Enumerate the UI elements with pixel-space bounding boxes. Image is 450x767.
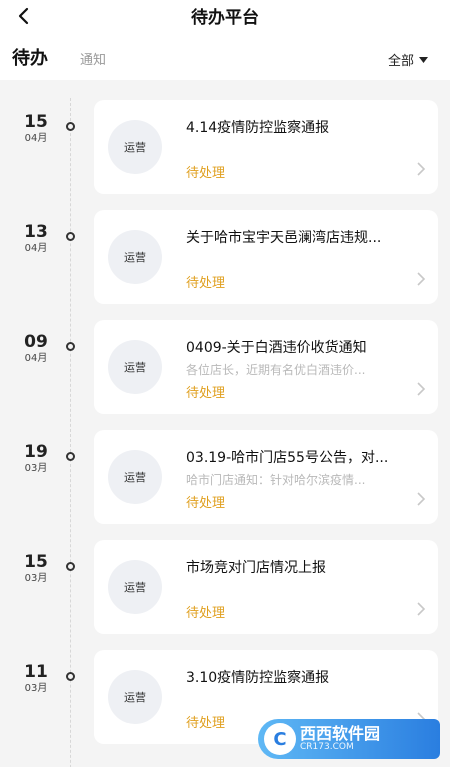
chevron-right-icon [417,602,426,616]
avatar: 运营 [108,340,162,394]
avatar: 运营 [108,670,162,724]
list-item: 09 04月 运营 0409-关于白酒违价收货通知 各位店长，近期有名优白酒违价… [0,318,450,416]
watermark-icon: C [264,723,296,755]
timeline-dot [66,232,75,241]
list-item: 15 03月 运营 市场竞对门店情况上报 待处理 [0,538,450,636]
date-month: 03月 [24,463,48,474]
caret-down-icon [419,56,428,63]
tab-bar: 待办 通知 全部 [0,38,450,78]
todo-title: 市场竞对门店情况上报 [186,560,326,576]
todo-title: 03.19-哈市门店55号公告，对... [186,450,389,466]
date-day: 13 [24,222,48,242]
todo-preview: 各位店长，近期有名优白酒违价... [186,363,366,377]
todo-card[interactable]: 运营 关于哈市宝宇天邑澜湾店违规... 待处理 [94,210,438,304]
date-label: 13 04月 [16,222,56,256]
date-label: 15 04月 [16,112,56,146]
timeline-dot [66,452,75,461]
date-label: 15 03月 [16,552,56,586]
date-day: 15 [24,552,48,572]
avatar: 运营 [108,560,162,614]
todo-title: 关于哈市宝宇天邑澜湾店违规... [186,230,382,246]
status-badge: 待处理 [186,166,226,181]
avatar: 运营 [108,450,162,504]
status-badge: 待处理 [186,496,226,511]
date-month: 04月 [24,353,48,364]
todo-list[interactable]: 15 04月 运营 4.14疫情防控监察通报 待处理 13 04月 运营 关于哈… [0,80,450,767]
avatar: 运营 [108,230,162,284]
status-badge: 待处理 [186,386,226,401]
tab-notice[interactable]: 通知 [80,49,106,68]
date-label: 11 03月 [16,662,56,696]
list-item: 13 04月 运营 关于哈市宝宇天邑澜湾店违规... 待处理 [0,208,450,306]
date-day: 09 [24,332,48,352]
watermark-url: CR173.COM [300,741,354,752]
todo-title: 0409-关于白酒违价收货通知 [186,340,367,356]
chevron-right-icon [417,272,426,286]
timeline-dot [66,562,75,571]
date-day: 19 [24,442,48,462]
date-day: 15 [24,112,48,132]
todo-card[interactable]: 运营 市场竞对门店情况上报 待处理 [94,540,438,634]
date-label: 19 03月 [16,442,56,476]
status-badge: 待处理 [186,716,226,731]
todo-card[interactable]: 运营 4.14疫情防控监察通报 待处理 [94,100,438,194]
date-month: 03月 [24,683,48,694]
date-month: 04月 [24,133,48,144]
todo-title: 3.10疫情防控监察通报 [186,670,330,686]
status-badge: 待处理 [186,276,226,291]
watermark-text: 西西软件园 [300,724,381,744]
header: 待办平台 [0,0,450,36]
date-day: 11 [24,662,48,682]
avatar: 运营 [108,120,162,174]
chevron-right-icon [417,162,426,176]
date-month: 03月 [24,573,48,584]
timeline-dot [66,342,75,351]
todo-title: 4.14疫情防控监察通报 [186,120,330,136]
status-badge: 待处理 [186,606,226,621]
todo-card[interactable]: 运营 0409-关于白酒违价收货通知 各位店长，近期有名优白酒违价... 待处理 [94,320,438,414]
tab-todo[interactable]: 待办 [12,44,48,70]
filter-dropdown[interactable]: 全部 [388,50,428,69]
chevron-right-icon [417,382,426,396]
todo-card[interactable]: 运营 03.19-哈市门店55号公告，对... 哈市门店通知：针对哈尔滨疫情..… [94,430,438,524]
date-label: 09 04月 [16,332,56,366]
page-title: 待办平台 [191,8,259,28]
timeline-dot [66,672,75,681]
timeline-dot [66,122,75,131]
watermark-logo: C 西西软件园 CR173.COM [258,719,440,759]
list-item: 19 03月 运营 03.19-哈市门店55号公告，对... 哈市门店通知：针对… [0,428,450,526]
date-month: 04月 [24,243,48,254]
todo-preview: 哈市门店通知：针对哈尔滨疫情... [186,473,366,487]
chevron-right-icon [417,492,426,506]
list-item: 15 04月 运营 4.14疫情防控监察通报 待处理 [0,98,450,196]
filter-label: 全部 [387,54,414,69]
